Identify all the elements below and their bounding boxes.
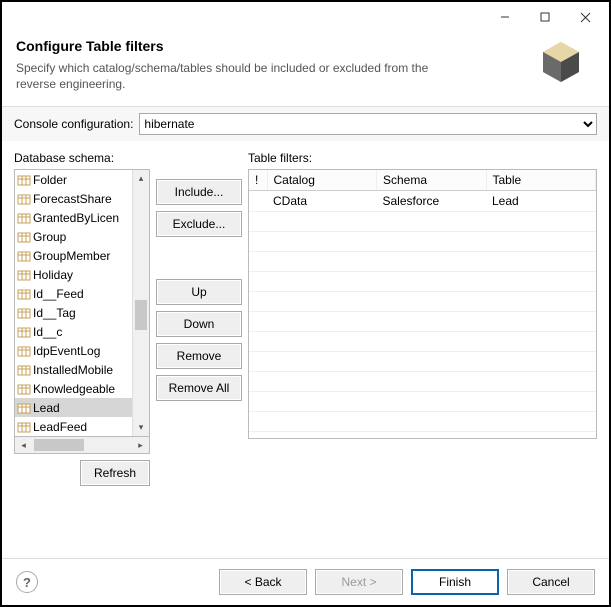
- remove-all-button[interactable]: Remove All: [156, 375, 242, 401]
- up-button[interactable]: Up: [156, 279, 242, 305]
- tree-item[interactable]: Id__Tag: [15, 303, 132, 322]
- tree-item-label: Id__Feed: [33, 287, 84, 301]
- tree-item-label: Lead: [33, 401, 60, 415]
- tree-item[interactable]: Folder: [15, 170, 132, 189]
- tree-item-label: Knowledgeable: [33, 382, 115, 396]
- cell-schema: Salesforce: [377, 191, 487, 212]
- finish-button[interactable]: Finish: [411, 569, 499, 595]
- table-icon: [17, 231, 31, 243]
- scroll-left-icon[interactable]: ◂: [15, 440, 32, 451]
- scroll-thumb[interactable]: [135, 300, 147, 330]
- dialog-footer: ? < Back Next > Finish Cancel: [2, 558, 609, 605]
- cancel-button[interactable]: Cancel: [507, 569, 595, 595]
- tree-item[interactable]: IdpEventLog: [15, 341, 132, 360]
- table-row-empty: [249, 212, 596, 232]
- tree-item[interactable]: GroupMember: [15, 246, 132, 265]
- scroll-down-icon[interactable]: ▾: [133, 419, 149, 436]
- titlebar: [2, 2, 609, 32]
- table-icon: [17, 345, 31, 357]
- tree-item-label: InstalledMobile: [33, 363, 113, 377]
- table-icon: [17, 269, 31, 281]
- next-button[interactable]: Next >: [315, 569, 403, 595]
- console-config-row: Console configuration: hibernate: [2, 107, 609, 141]
- schema-label: Database schema:: [14, 151, 150, 165]
- filters-table[interactable]: ! Catalog Schema Table CDataSalesforceLe…: [248, 169, 597, 439]
- table-row-empty: [249, 312, 596, 332]
- table-icon: [17, 383, 31, 395]
- tree-item-label: GrantedByLicen: [33, 211, 119, 225]
- table-icon: [17, 193, 31, 205]
- table-row-empty: [249, 252, 596, 272]
- tree-item-label: Id__Tag: [33, 306, 76, 320]
- table-row-empty: [249, 392, 596, 412]
- scroll-right-icon[interactable]: ▸: [132, 440, 149, 451]
- table-row-empty: [249, 332, 596, 352]
- tree-item[interactable]: Lead: [15, 398, 132, 417]
- scroll-up-icon[interactable]: ▴: [133, 170, 149, 187]
- tree-item[interactable]: Knowledgeable: [15, 379, 132, 398]
- schema-scrollbar-vertical[interactable]: ▴ ▾: [132, 170, 149, 436]
- tree-item-label: Holiday: [33, 268, 73, 282]
- col-schema[interactable]: Schema: [377, 170, 487, 191]
- table-icon: [17, 250, 31, 262]
- table-row-empty: [249, 292, 596, 312]
- table-icon: [17, 307, 31, 319]
- close-button[interactable]: [565, 4, 605, 30]
- remove-button[interactable]: Remove: [156, 343, 242, 369]
- tree-item[interactable]: Id__Feed: [15, 284, 132, 303]
- tree-item[interactable]: InstalledMobile: [15, 360, 132, 379]
- console-config-label: Console configuration:: [14, 117, 133, 131]
- maximize-button[interactable]: [525, 4, 565, 30]
- table-row-empty: [249, 232, 596, 252]
- table-row[interactable]: CDataSalesforceLead: [249, 191, 596, 212]
- table-icon: [17, 174, 31, 186]
- tree-item-label: Group: [33, 230, 66, 244]
- table-icon: [17, 212, 31, 224]
- table-icon: [17, 421, 31, 433]
- tree-item[interactable]: GrantedByLicen: [15, 208, 132, 227]
- minimize-button[interactable]: [485, 4, 525, 30]
- table-icon: [17, 364, 31, 376]
- tree-item[interactable]: ForecastShare: [15, 189, 132, 208]
- include-button[interactable]: Include...: [156, 179, 242, 205]
- dialog-title: Configure Table filters: [16, 38, 595, 54]
- tree-item-label: GroupMember: [33, 249, 110, 263]
- table-icon: [17, 326, 31, 338]
- back-button[interactable]: < Back: [219, 569, 307, 595]
- table-row-empty: [249, 372, 596, 392]
- col-bang[interactable]: !: [249, 170, 267, 191]
- console-config-select[interactable]: hibernate: [139, 113, 597, 135]
- table-icon: [17, 402, 31, 414]
- cell-catalog: CData: [267, 191, 377, 212]
- col-catalog[interactable]: Catalog: [267, 170, 377, 191]
- tree-item[interactable]: Group: [15, 227, 132, 246]
- tree-item[interactable]: LeadFeed: [15, 417, 132, 436]
- tree-item[interactable]: Holiday: [15, 265, 132, 284]
- table-row-empty: [249, 412, 596, 432]
- table-row-empty: [249, 352, 596, 372]
- help-icon[interactable]: ?: [16, 571, 38, 593]
- dialog-header: Configure Table filters Specify which ca…: [2, 32, 609, 102]
- tree-item[interactable]: Id__c: [15, 322, 132, 341]
- hibernate-logo-icon: [533, 36, 589, 95]
- tree-item-label: Id__c: [33, 325, 62, 339]
- schema-scrollbar-horizontal[interactable]: ◂ ▸: [14, 437, 150, 454]
- tree-item-label: Folder: [33, 173, 67, 187]
- table-icon: [17, 288, 31, 300]
- tree-item-label: IdpEventLog: [33, 344, 100, 358]
- tree-item-label: LeadFeed: [33, 420, 87, 434]
- filters-label: Table filters:: [248, 151, 597, 165]
- table-header-row: ! Catalog Schema Table: [249, 170, 596, 191]
- exclude-button[interactable]: Exclude...: [156, 211, 242, 237]
- table-row-empty: [249, 272, 596, 292]
- dialog-description: Specify which catalog/schema/tables shou…: [16, 60, 456, 92]
- refresh-button[interactable]: Refresh: [80, 460, 150, 486]
- schema-tree[interactable]: Folder ForecastShare GrantedByLicen Group Gr…: [14, 169, 150, 437]
- tree-item-label: ForecastShare: [33, 192, 112, 206]
- down-button[interactable]: Down: [156, 311, 242, 337]
- col-table[interactable]: Table: [486, 170, 596, 191]
- scroll-thumb-h[interactable]: [34, 439, 84, 451]
- cell-table: Lead: [486, 191, 596, 212]
